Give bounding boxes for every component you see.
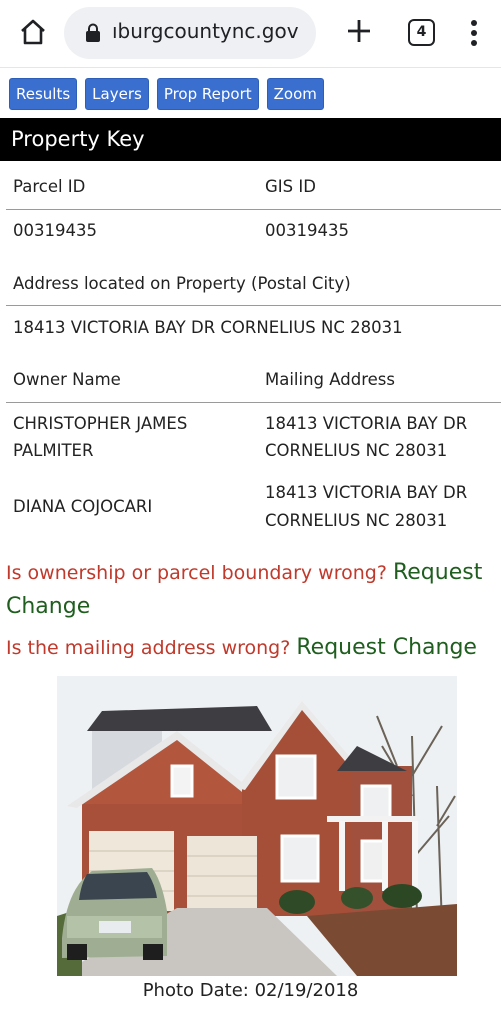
- results-button[interactable]: Results: [9, 78, 78, 110]
- address-value: 18413 VICTORIA BAY DR CORNELIUS NC 28031: [13, 318, 403, 337]
- ownership-question: Is ownership or parcel boundary wrong?: [6, 562, 387, 584]
- layers-button[interactable]: Layers: [85, 78, 149, 110]
- gis-id-value: 00319435: [265, 221, 349, 240]
- prop-report-button[interactable]: Prop Report: [156, 78, 259, 110]
- map-toolbar: Results Layers Prop Report Zoom: [9, 78, 324, 110]
- owner-mailing-address: 18413 VICTORIA BAY DR: [265, 414, 468, 433]
- owner-name-label: Owner Name: [13, 370, 121, 389]
- more-vertical-icon[interactable]: [464, 18, 484, 48]
- owner-name: PALMITER: [13, 441, 94, 460]
- tab-count-button[interactable]: 4: [408, 19, 435, 46]
- owner-mailing-address: 18413 VICTORIA BAY DR: [265, 483, 468, 502]
- parcel-id-value: 00319435: [13, 221, 97, 240]
- divider: [6, 209, 501, 210]
- ownership-alert: Is ownership or parcel boundary wrong? R…: [6, 556, 496, 624]
- url-text: ıburgcountync.gov: [112, 19, 299, 43]
- owner-name: CHRISTOPHER JAMES: [13, 414, 188, 433]
- property-photo: [57, 676, 457, 976]
- property-key-header: Property Key: [0, 118, 501, 161]
- lock-icon: [84, 23, 102, 43]
- divider: [6, 402, 501, 403]
- owner-mailing-address: CORNELIUS NC 28031: [265, 511, 448, 530]
- owner-name: DIANA COJOCARI: [13, 497, 153, 516]
- address-bar[interactable]: ıburgcountync.gov: [64, 7, 316, 59]
- request-change-link[interactable]: Change: [6, 594, 90, 619]
- home-icon[interactable]: [17, 16, 49, 48]
- parcel-id-label: Parcel ID: [13, 177, 86, 196]
- address-label: Address located on Property (Postal City…: [13, 274, 351, 293]
- divider: [6, 305, 501, 306]
- photo-date: Photo Date: 02/19/2018: [142, 980, 359, 1001]
- owner-mailing-address: CORNELIUS NC 28031: [265, 441, 448, 460]
- mailing-question: Is the mailing address wrong?: [6, 637, 291, 659]
- browser-toolbar: ıburgcountync.gov 4: [0, 0, 501, 68]
- mailing-alert: Is the mailing address wrong? Request Ch…: [6, 633, 477, 663]
- request-change-link[interactable]: Request Change: [296, 635, 477, 660]
- request-change-link[interactable]: Request: [393, 560, 482, 585]
- mailing-address-label: Mailing Address: [265, 370, 395, 389]
- gis-id-label: GIS ID: [265, 177, 316, 196]
- plus-icon[interactable]: [344, 16, 374, 46]
- zoom-button[interactable]: Zoom: [266, 78, 324, 110]
